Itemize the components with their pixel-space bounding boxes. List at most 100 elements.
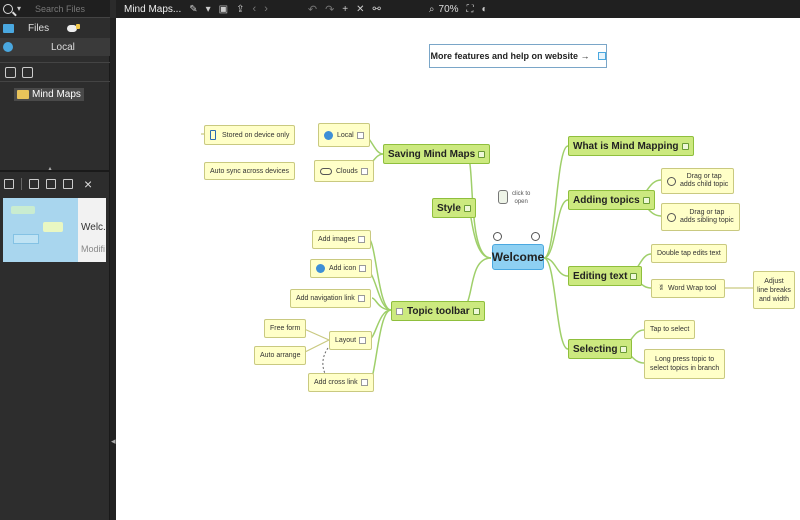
add-sibling-icon <box>667 212 676 222</box>
topic-add-navigation-link[interactable]: Add navigation link <box>290 289 371 308</box>
topic-add-images[interactable]: Add images <box>312 230 371 249</box>
note-icon[interactable] <box>356 131 364 139</box>
topic-clouds[interactable]: Clouds <box>314 160 374 182</box>
document-thumbnail[interactable]: Welc... Modifi <box>3 198 106 262</box>
forward-icon[interactable]: › <box>264 3 268 15</box>
central-topic-welcome[interactable]: Welcome <box>492 244 544 270</box>
note-icon[interactable] <box>359 337 367 344</box>
topic-toolbar[interactable]: Topic toolbar <box>391 301 485 321</box>
back-icon[interactable]: ‹ <box>253 3 257 15</box>
website-help-link[interactable]: More features and help on website → <box>429 44 607 68</box>
toolbar-icon <box>396 307 403 315</box>
collapse-arrow-icon[interactable]: ◂ <box>111 436 116 447</box>
zoom-level[interactable]: 70% <box>439 4 459 15</box>
document-tools: × <box>0 174 110 194</box>
delete-icon[interactable]: ✕ <box>356 4 364 15</box>
document-title: Mind Maps... <box>124 3 182 15</box>
topic-adjust-line-breaks[interactable]: Adjust line breaks and width <box>753 271 795 309</box>
thumbnail-preview <box>3 198 78 262</box>
zoom-icon[interactable]: ⌕ <box>429 4 435 15</box>
chevron-down-icon[interactable]: ▾ <box>17 4 21 13</box>
topic-drag-sibling[interactable]: Drag or tap adds sibling topic <box>661 203 740 231</box>
undo-icon[interactable]: ↶ <box>308 3 317 16</box>
theme-icon[interactable]: ◐ <box>482 4 488 15</box>
topic-long-press[interactable]: Long press topic to select topics in bra… <box>644 349 726 379</box>
collapse-toggle-icon[interactable] <box>531 232 540 241</box>
files-header: Files <box>0 18 110 38</box>
topic-free-form[interactable]: Free form <box>264 319 307 338</box>
topic-what-is-mind-mapping[interactable]: What is Mind Mapping <box>568 136 694 156</box>
topic-add-cross-link[interactable]: Add cross link <box>308 373 374 392</box>
central-topic-label: Welcome <box>491 250 545 264</box>
note-icon[interactable] <box>472 307 480 315</box>
main-toolbar: Mind Maps... ✎ ▾ ▣ ⇪ ‹ › ↶ ↷ + ✕ ⚯ ⌕ 70%… <box>116 0 800 18</box>
click-hint: click to open <box>512 191 531 205</box>
email-icon[interactable] <box>63 179 73 189</box>
topic-auto-arrange[interactable]: Auto arrange <box>254 346 307 365</box>
note-icon[interactable] <box>360 379 368 386</box>
panel-divider[interactable] <box>0 170 110 172</box>
close-icon[interactable]: × <box>84 177 92 191</box>
storage-local[interactable]: Local <box>0 38 110 56</box>
file-sidebar: ▾ Search Files Files Local Mind Maps ▴ ×… <box>0 0 110 520</box>
note-icon[interactable] <box>620 345 628 353</box>
chevron-down-icon[interactable]: ▾ <box>206 4 211 15</box>
topic-editing-text[interactable]: Editing text <box>568 266 643 286</box>
topic-layout[interactable]: Layout <box>329 331 373 350</box>
topic-drag-child[interactable]: Drag or tap adds child topic <box>661 168 735 194</box>
new-folder-icon[interactable] <box>5 66 16 78</box>
topic-add-icon[interactable]: Add icon <box>310 259 373 278</box>
topic-saving-mind-maps[interactable]: Saving Mind Maps <box>383 144 491 164</box>
topic-style[interactable]: Style <box>432 198 476 218</box>
note-icon[interactable] <box>357 236 365 243</box>
share-icon[interactable]: ⇪ <box>236 4 244 15</box>
edit-icon[interactable]: ✎ <box>189 4 197 15</box>
folder-tree: Mind Maps <box>0 84 110 164</box>
redo-icon[interactable]: ↷ <box>325 3 334 16</box>
search-bar[interactable]: ▾ Search Files <box>0 0 110 18</box>
local-storage-icon <box>3 42 13 52</box>
topic-local[interactable]: Local <box>318 123 370 147</box>
hand-pointer-icon <box>498 190 508 204</box>
local-label: Local <box>51 41 75 53</box>
topic-stored-on-device[interactable]: Stored on device only <box>204 125 296 145</box>
note-icon[interactable] <box>630 272 638 280</box>
topic-adding-topics[interactable]: Adding topics <box>568 190 655 210</box>
tree-item-mind-maps[interactable]: Mind Maps <box>14 88 84 101</box>
note-icon[interactable] <box>359 265 367 272</box>
folder-icon <box>17 90 29 99</box>
note-icon[interactable] <box>360 167 368 175</box>
website-help-text: More features and help on website → <box>430 51 590 61</box>
save-icon[interactable]: ▣ <box>219 4 228 15</box>
folder-icon <box>3 23 14 33</box>
topic-selecting[interactable]: Selecting <box>568 339 633 359</box>
note-icon[interactable] <box>463 204 471 212</box>
new-document-icon[interactable] <box>4 179 14 189</box>
mind-map-canvas[interactable]: More features and help on website → Welc… <box>116 18 800 520</box>
add-icon[interactable]: + <box>342 4 348 15</box>
note-icon[interactable] <box>642 196 650 204</box>
topic-double-tap[interactable]: Double tap edits text <box>651 244 727 263</box>
topic-tap-to-select[interactable]: Tap to select <box>644 320 696 339</box>
select-icon[interactable] <box>22 66 33 78</box>
note-icon[interactable] <box>357 295 365 302</box>
cloud-icon[interactable] <box>67 23 81 32</box>
connector-lines <box>201 133 753 383</box>
link-icon[interactable]: ⚯ <box>373 4 381 15</box>
info-icon <box>316 264 325 273</box>
export-icon[interactable] <box>46 179 56 189</box>
search-icon[interactable] <box>3 3 13 14</box>
note-icon[interactable] <box>478 150 486 158</box>
file-tools <box>0 62 110 82</box>
word-wrap-icon: ʬ <box>659 285 664 292</box>
import-icon[interactable] <box>29 179 39 189</box>
topic-handle-icon[interactable] <box>493 232 502 241</box>
topic-auto-sync[interactable]: Auto sync across devices <box>204 162 295 180</box>
topic-word-wrap[interactable]: ʬ Word Wrap tool <box>651 279 725 298</box>
document-name: Welc... <box>81 222 106 233</box>
fit-icon[interactable]: ⛶ <box>467 4 474 15</box>
search-input[interactable]: Search Files <box>35 4 85 14</box>
note-icon[interactable] <box>681 142 689 150</box>
open-link-icon[interactable] <box>597 52 606 60</box>
add-child-icon <box>667 176 676 186</box>
